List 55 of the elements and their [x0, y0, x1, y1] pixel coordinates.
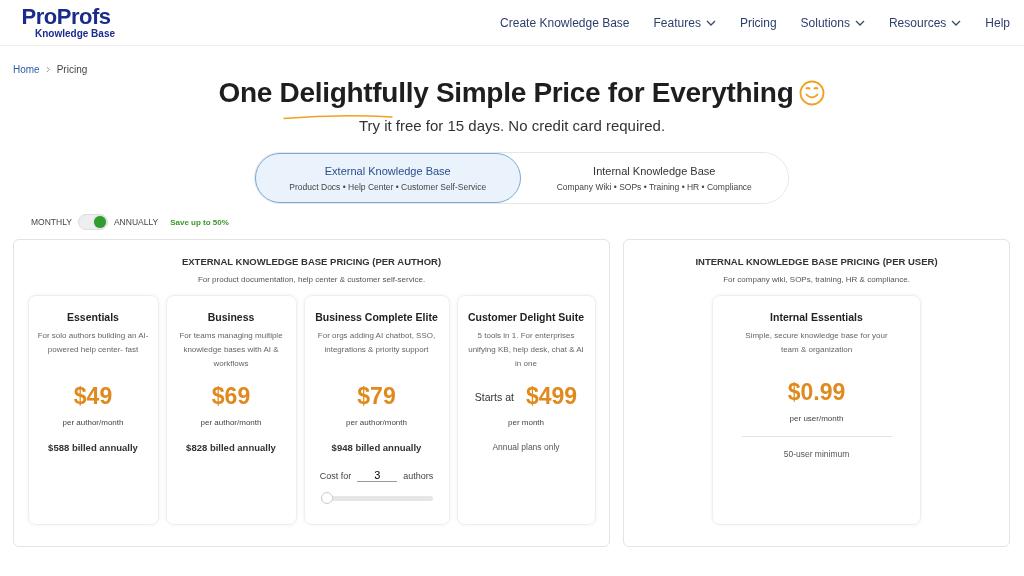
savings-note: Save up to 50% — [170, 217, 229, 227]
price-unit: per month — [508, 418, 544, 427]
breadcrumb-link[interactable]: Home — [13, 64, 40, 75]
billing-label: MONTHLY — [31, 217, 72, 227]
seats-input[interactable]: 3 — [357, 469, 398, 482]
billing-toggle[interactable] — [77, 214, 108, 230]
nav-link[interactable]: Create Knowledge Base — [500, 15, 630, 30]
plan-price: $49 — [73, 383, 113, 410]
panel-title: INTERNAL KNOWLEDGE BASE PRICING (PER USER) — [695, 256, 938, 267]
nav-link[interactable]: Help — [985, 15, 1010, 30]
nav-link[interactable]: Solutions — [800, 15, 865, 30]
price-unit: per author/month — [346, 418, 407, 427]
slider-thumb[interactable] — [320, 492, 333, 504]
tab[interactable]: External Knowledge Base Product Docs • Help Center • Customer Self-Service — [254, 153, 521, 203]
smile-icon — [799, 80, 826, 106]
plan-description: 5 tools in 1. For enterprises unifying KB, help desk, chat & AI in one — [467, 330, 585, 370]
price-unit: per author/month — [62, 418, 124, 427]
price-unit: per author/month — [200, 418, 262, 427]
plan-description: For orgs adding AI chatbot, SSO, integrations & priority support — [316, 330, 437, 356]
plan-price: $69 — [211, 383, 251, 410]
billing-note: 50-user minimum — [783, 449, 850, 459]
panel-title: EXTERNAL KNOWLEDGE BASE PRICING (PER AUTHOR) — [181, 256, 442, 267]
breadcrumb-separator-icon — [45, 66, 51, 73]
plan-name: Customer Delight Suite — [467, 311, 585, 323]
price-prefix: Starts at — [474, 390, 514, 403]
price-unit: per user/month — [789, 414, 844, 423]
plan-name: Internal Essentials — [770, 311, 863, 323]
breadcrumb-current: Pricing — [56, 64, 88, 75]
calculator-label: Cost for — [319, 470, 352, 481]
page-title: One Delightfully Simple Price for Everything — [218, 77, 794, 109]
panel-subtitle: For product documentation, help center & customer self-service. — [197, 275, 426, 284]
chevron-down-icon — [705, 19, 716, 26]
plan-name: Essentials — [67, 311, 119, 323]
plan-name: Business — [207, 311, 255, 323]
plan-description: For solo authors building an AI-powered help center- fast — [36, 330, 150, 356]
plan-price: $0.99 — [787, 379, 846, 406]
billing-note: Annual plans only — [492, 442, 560, 452]
plan-description: Simple, secure knowledge base for your team & organization — [744, 330, 889, 356]
plan-price: $499 — [525, 383, 578, 410]
nav-link[interactable]: Pricing — [739, 15, 777, 30]
billing-note: $828 billed annually — [186, 442, 276, 453]
billing-note: $588 billed annually — [48, 442, 138, 453]
billing-label: ANNUALLY — [113, 217, 159, 227]
subtitle: Try it free for 15 days. No credit card required. — [358, 117, 666, 134]
plan-name: Business Complete Elite — [315, 311, 438, 323]
billing-note: $948 billed annually — [331, 442, 422, 453]
chevron-down-icon — [951, 19, 962, 26]
nav-link[interactable]: Features — [653, 15, 716, 30]
chevron-down-icon — [854, 19, 865, 26]
calculator-unit: authors — [403, 470, 434, 481]
nav-link[interactable]: Resources — [888, 15, 962, 30]
plan-price: $79 — [357, 383, 396, 410]
plan-description: For teams managing multiple knowledge bases with AI & workflows — [178, 330, 284, 370]
panel-subtitle: For company wiki, SOPs, training, HR & compliance. — [723, 275, 910, 284]
logo[interactable]: ProProfs Knowledge Base — [17, 6, 116, 39]
